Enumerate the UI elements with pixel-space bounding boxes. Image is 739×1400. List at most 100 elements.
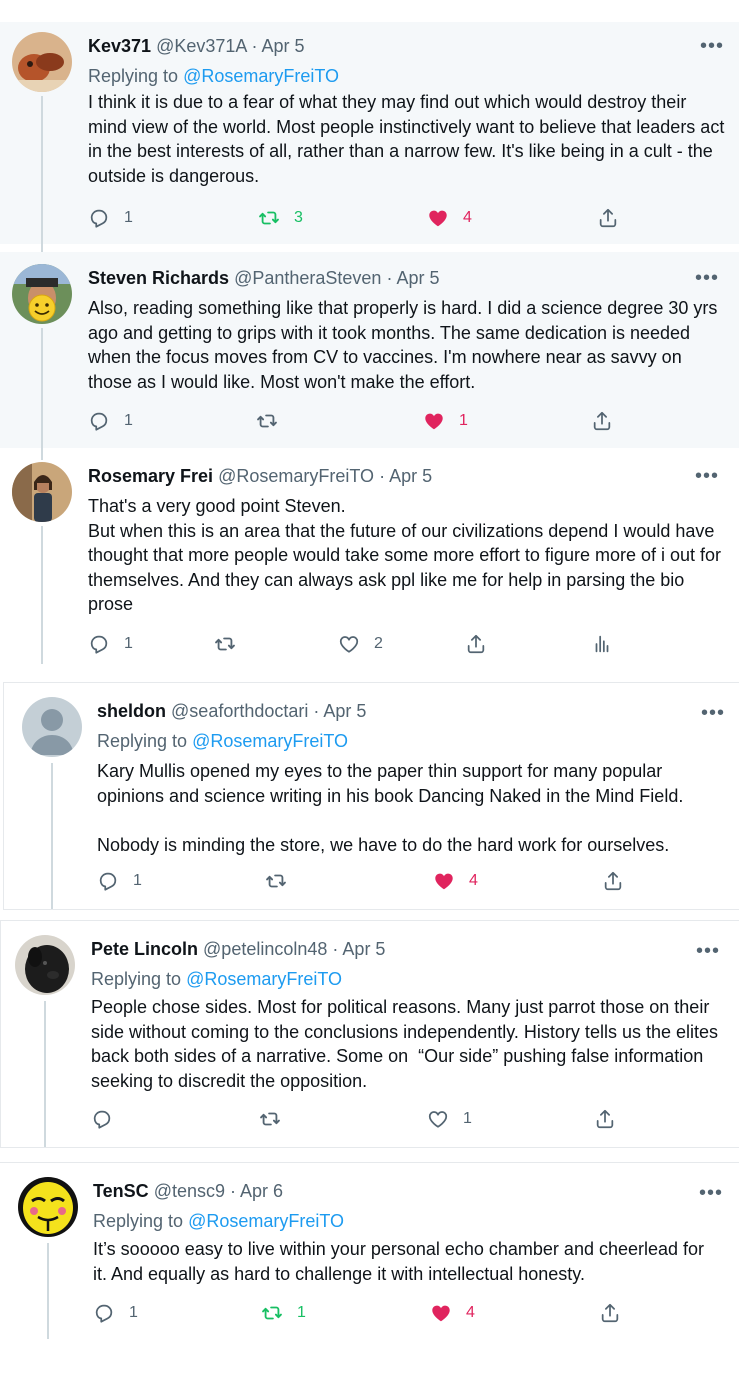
avatar[interactable] bbox=[12, 32, 72, 92]
tweet-header: Rosemary Frei @RosemaryFreiTO · Apr 5 bbox=[88, 464, 432, 488]
reply-button[interactable]: 1 bbox=[88, 632, 133, 656]
share-button[interactable] bbox=[602, 869, 624, 893]
mention-link[interactable]: @RosemaryFreiTO bbox=[186, 969, 342, 989]
display-name[interactable]: TenSC bbox=[93, 1181, 149, 1201]
thread-line bbox=[41, 526, 43, 664]
reply-count: 1 bbox=[129, 1304, 138, 1321]
more-icon[interactable]: ••• bbox=[701, 703, 725, 723]
share-icon bbox=[596, 1109, 614, 1129]
heart-icon bbox=[432, 1305, 450, 1322]
tweet-body: That's a very good point Steven. But whe… bbox=[88, 496, 722, 614]
separator: · bbox=[386, 268, 393, 288]
retweet-button[interactable]: 1 bbox=[261, 1301, 306, 1325]
display-name[interactable]: Pete Lincoln bbox=[91, 939, 198, 959]
reply-button[interactable]: 1 bbox=[93, 1301, 138, 1325]
retweet-button[interactable] bbox=[259, 1107, 295, 1131]
reply-button[interactable]: 1 bbox=[97, 869, 142, 893]
more-icon[interactable]: ••• bbox=[696, 941, 720, 961]
tweet-date[interactable]: Apr 6 bbox=[240, 1181, 283, 1201]
analytics-button[interactable] bbox=[591, 632, 613, 656]
like-button[interactable]: 4 bbox=[427, 206, 472, 230]
mention-link[interactable]: @RosemaryFreiTO bbox=[183, 66, 339, 86]
like-button[interactable]: 1 bbox=[427, 1107, 472, 1131]
tweet-steven-richards[interactable]: Steven Richards @PantheraSteven · Apr 5 … bbox=[0, 244, 739, 448]
like-button[interactable]: 1 bbox=[423, 409, 468, 433]
share-button[interactable] bbox=[599, 1301, 621, 1325]
share-button[interactable] bbox=[465, 632, 487, 656]
tweet-rosemary-frei[interactable]: Rosemary Frei @RosemaryFreiTO · Apr 5 Th… bbox=[0, 448, 739, 666]
more-icon[interactable]: ••• bbox=[700, 36, 724, 56]
like-count: 4 bbox=[466, 1304, 475, 1321]
heart-icon bbox=[425, 413, 443, 430]
user-handle[interactable]: @seaforthdoctari bbox=[171, 701, 308, 721]
separator: · bbox=[230, 1181, 237, 1201]
user-handle[interactable]: @petelincoln48 bbox=[203, 939, 327, 959]
reply-button[interactable]: 1 bbox=[88, 409, 133, 433]
reply-count: 1 bbox=[124, 209, 133, 226]
display-name[interactable]: Rosemary Frei bbox=[88, 466, 213, 486]
tweet-pete-lincoln[interactable]: Pete Lincoln @petelincoln48 · Apr 5 Repl… bbox=[0, 920, 739, 1148]
retweet-button[interactable] bbox=[256, 409, 292, 433]
tweet-sheldon[interactable]: sheldon @seaforthdoctari · Apr 5 Replyin… bbox=[3, 682, 739, 910]
retweet-count: 1 bbox=[297, 1304, 306, 1321]
tweet-date[interactable]: Apr 5 bbox=[389, 466, 432, 486]
retweet-button[interactable]: 3 bbox=[258, 206, 303, 230]
display-name[interactable]: Steven Richards bbox=[88, 268, 229, 288]
reply-icon bbox=[90, 412, 108, 431]
tweet-body: It’s sooooo easy to live within your per… bbox=[93, 1239, 710, 1284]
separator: · bbox=[313, 701, 320, 721]
display-name[interactable]: Kev371 bbox=[88, 36, 151, 56]
mention-link[interactable]: @RosemaryFreiTO bbox=[192, 731, 348, 751]
display-name[interactable]: sheldon bbox=[97, 701, 166, 721]
replying-to: Replying to @RosemaryFreiTO bbox=[93, 1209, 344, 1233]
user-handle[interactable]: @PantheraSteven bbox=[234, 268, 381, 288]
more-icon[interactable]: ••• bbox=[699, 1183, 723, 1203]
avatar[interactable] bbox=[15, 935, 75, 995]
reply-icon bbox=[95, 1304, 113, 1323]
like-button[interactable]: 4 bbox=[433, 869, 478, 893]
reply-icon bbox=[99, 872, 117, 891]
like-count: 4 bbox=[463, 209, 472, 226]
tweet-tensc[interactable]: TenSC @tensc9 · Apr 6 Replying to @Rosem… bbox=[0, 1162, 739, 1352]
avatar[interactable] bbox=[18, 1177, 78, 1237]
tweet-date[interactable]: Apr 5 bbox=[323, 701, 366, 721]
replying-to: Replying to @RosemaryFreiTO bbox=[88, 64, 339, 88]
like-button[interactable]: 4 bbox=[430, 1301, 475, 1325]
reply-button[interactable]: 1 bbox=[88, 206, 133, 230]
share-button[interactable] bbox=[591, 409, 613, 433]
user-handle[interactable]: @Kev371A bbox=[156, 36, 246, 56]
retweet-button[interactable] bbox=[214, 632, 250, 656]
retweet-button[interactable] bbox=[265, 869, 301, 893]
share-button[interactable] bbox=[597, 206, 619, 230]
reply-count: 1 bbox=[124, 635, 133, 652]
more-icon[interactable]: ••• bbox=[695, 466, 719, 486]
tweet-text: It’s sooooo easy to live within your per… bbox=[93, 1237, 723, 1286]
like-count: 4 bbox=[469, 872, 478, 889]
thread-line bbox=[41, 96, 43, 244]
share-button[interactable] bbox=[594, 1107, 616, 1131]
tweet-text: People chose sides. Most for political r… bbox=[91, 995, 727, 1093]
retweet-icon bbox=[262, 1306, 282, 1320]
mention-link[interactable]: @RosemaryFreiTO bbox=[188, 1211, 344, 1231]
like-button[interactable]: 2 bbox=[338, 632, 383, 656]
reply-icon bbox=[90, 209, 108, 228]
avatar[interactable] bbox=[22, 697, 82, 757]
tweet-actions: 1 1 bbox=[88, 409, 628, 433]
tweet-date[interactable]: Apr 5 bbox=[342, 939, 385, 959]
reply-button[interactable] bbox=[91, 1107, 127, 1131]
tweet-actions: 1 bbox=[91, 1107, 631, 1131]
avatar[interactable] bbox=[12, 264, 72, 324]
thread-line bbox=[47, 1243, 49, 1339]
retweet-icon bbox=[259, 211, 279, 225]
more-icon[interactable]: ••• bbox=[695, 268, 719, 288]
reply-count: 1 bbox=[133, 872, 142, 889]
avatar[interactable] bbox=[12, 462, 72, 522]
tweet-header: Pete Lincoln @petelincoln48 · Apr 5 bbox=[91, 937, 385, 961]
thread-line bbox=[41, 244, 43, 252]
tweet-date[interactable]: Apr 5 bbox=[261, 36, 304, 56]
retweet-icon bbox=[266, 874, 286, 888]
tweet-kev371[interactable]: Kev371 @Kev371A · Apr 5 Replying to @Ros… bbox=[0, 22, 739, 244]
user-handle[interactable]: @tensc9 bbox=[154, 1181, 225, 1201]
tweet-date[interactable]: Apr 5 bbox=[396, 268, 439, 288]
user-handle[interactable]: @RosemaryFreiTO bbox=[218, 466, 374, 486]
